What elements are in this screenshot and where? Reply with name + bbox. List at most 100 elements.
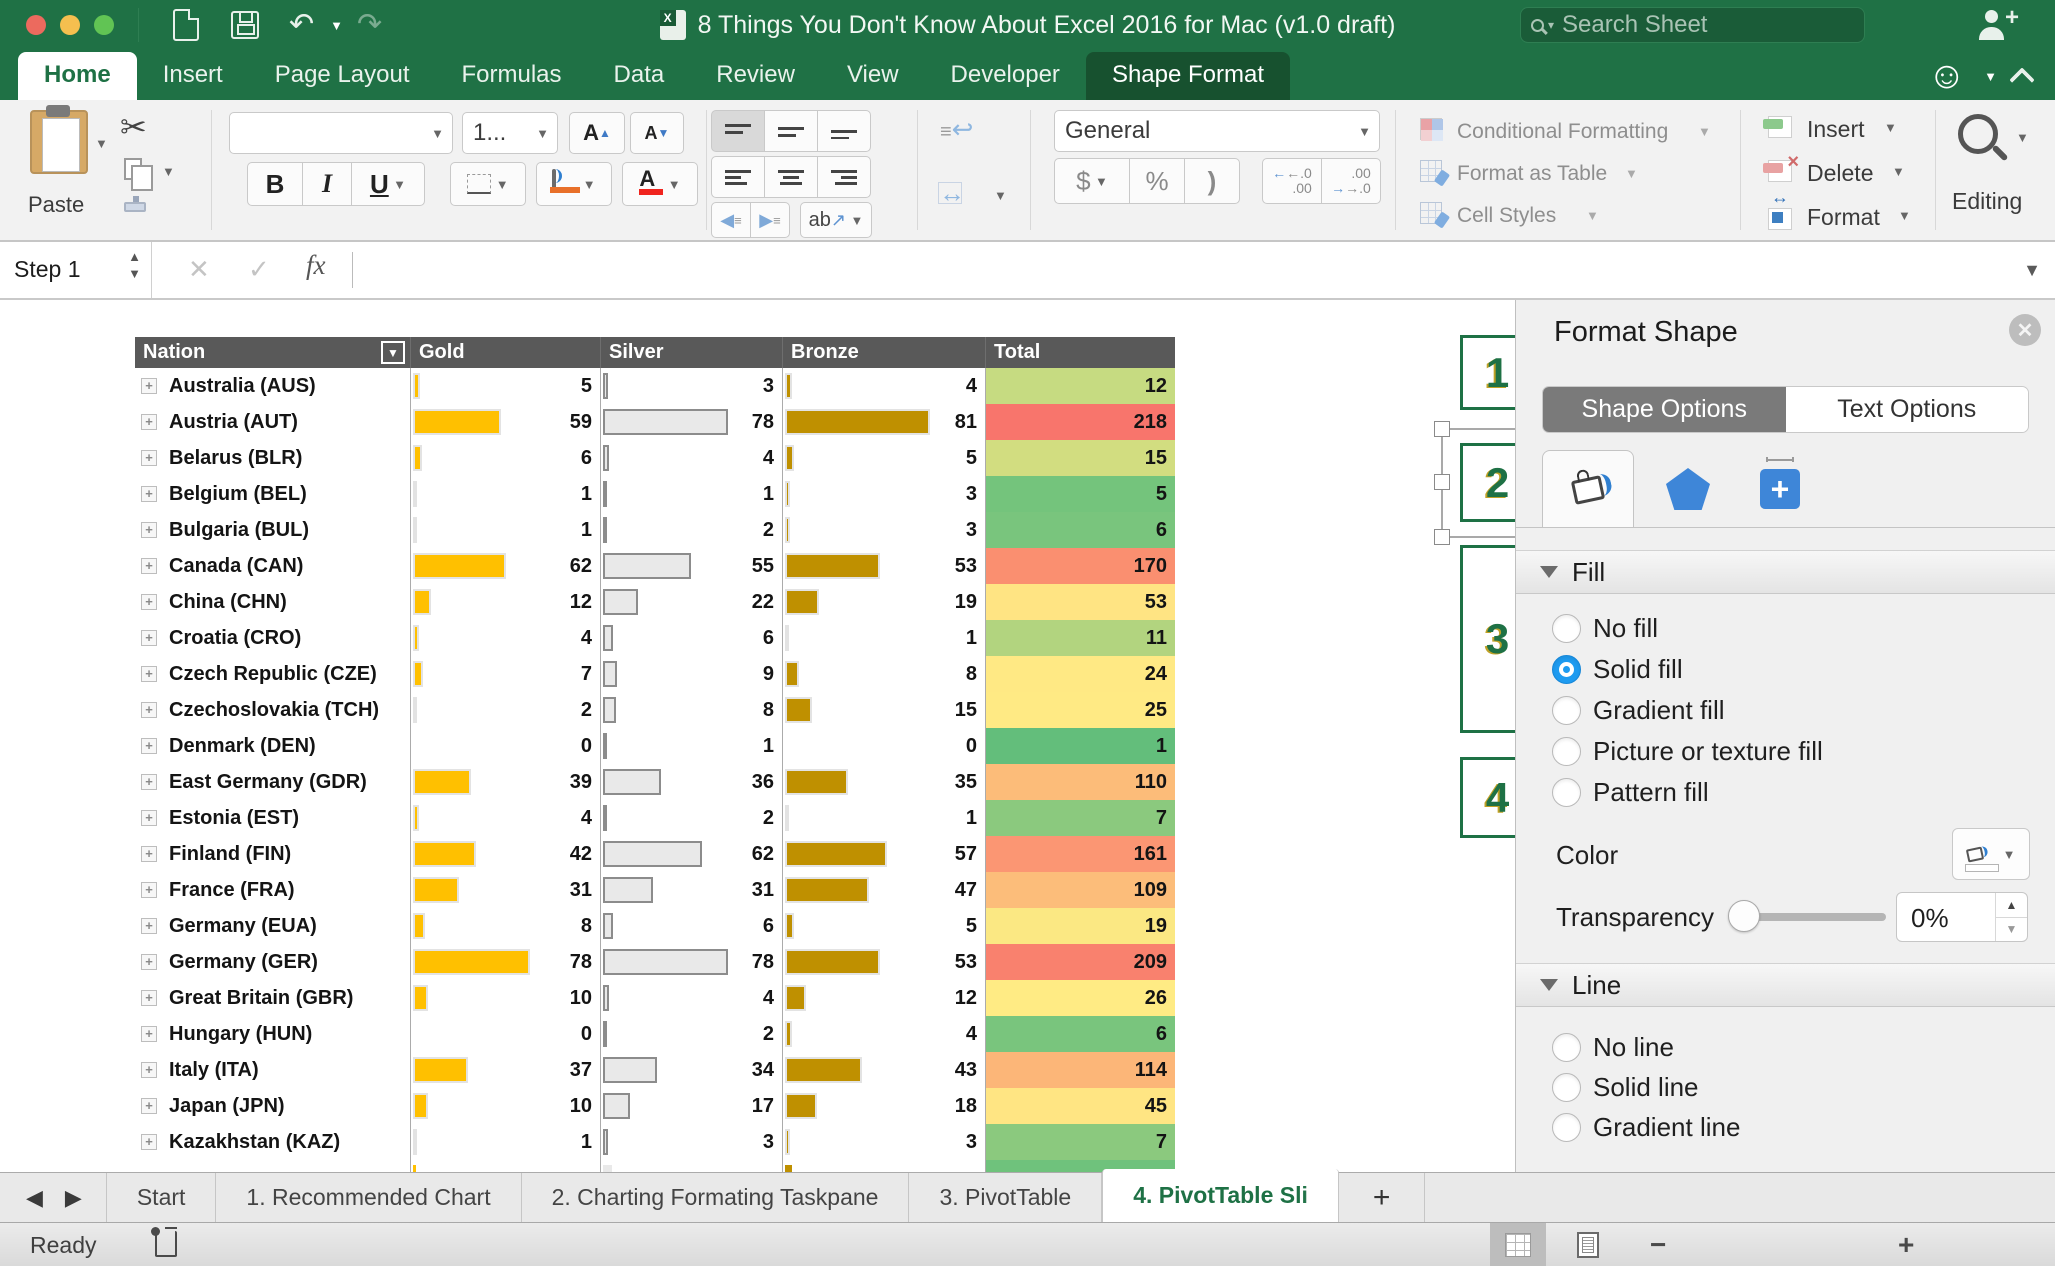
feedback-smiley-icon[interactable]: ☺ [1927,57,1966,95]
expand-icon[interactable]: + [141,558,157,574]
nation-cell[interactable]: + Finland (FIN) [135,836,410,872]
comma-format-button[interactable]: ) [1184,158,1240,204]
bronze-cell[interactable]: 1 [782,620,985,656]
nation-cell[interactable]: + Germany (GER) [135,944,410,980]
silver-cell[interactable]: 22 [600,584,782,620]
add-sheet-button[interactable]: + [1339,1173,1426,1222]
italic-button[interactable]: I [302,162,352,206]
align-right-button[interactable] [817,156,871,198]
nation-cell[interactable]: + Germany (EUA) [135,908,410,944]
nation-cell[interactable]: + Australia (AUS) [135,368,410,404]
gold-cell[interactable]: 62 [410,548,600,584]
paste-button[interactable] [30,105,88,174]
shape-box-1[interactable]: 1 [1460,335,1515,410]
align-top-button[interactable] [711,110,765,152]
gold-cell[interactable]: 1 [410,476,600,512]
expand-icon[interactable]: + [141,414,157,430]
total-cell[interactable]: 114 [985,1052,1175,1088]
pivot-header-bronze[interactable]: Bronze [782,337,985,368]
ribbon-tab-shape-format[interactable]: Shape Format [1085,52,1291,100]
bronze-cell[interactable]: 53 [782,548,985,584]
silver-cell[interactable]: 55 [600,548,782,584]
expand-icon[interactable]: + [141,810,157,826]
merge-cells-icon[interactable]: ↔ [938,178,965,209]
total-cell[interactable]: 170 [985,548,1175,584]
ribbon-tab-developer[interactable]: Developer [925,52,1086,100]
silver-cell[interactable]: 17 [600,1088,782,1124]
silver-cell[interactable]: 4 [600,440,782,476]
align-center-button[interactable] [764,156,818,198]
silver-cell[interactable]: 34 [600,1052,782,1088]
ribbon-tab-page-layout[interactable]: Page Layout [249,52,436,100]
bronze-cell[interactable]: 81 [782,404,985,440]
silver-cell[interactable]: 2 [600,800,782,836]
pane-close-icon[interactable]: ✕ [2009,314,2041,346]
silver-cell[interactable]: 78 [600,944,782,980]
expand-icon[interactable]: + [141,594,157,610]
gold-cell[interactable]: 42 [410,836,600,872]
total-cell[interactable]: 11 [985,620,1175,656]
insert-cells-caret[interactable]: ▼ [1884,120,1897,135]
nation-cell[interactable]: + Kazakhstan (KAZ) [135,1124,410,1160]
silver-cell[interactable]: 6 [600,620,782,656]
nation-cell[interactable]: + Czech Republic (CZE) [135,656,410,692]
nation-cell[interactable]: + Czechoslovakia (TCH) [135,692,410,728]
silver-cell[interactable]: 8 [600,692,782,728]
nation-cell[interactable]: + France (FRA) [135,872,410,908]
format-as-table-icon[interactable] [1420,160,1442,182]
shape-box-3[interactable]: 3 [1460,545,1515,733]
gold-cell[interactable]: 59 [410,404,600,440]
filter-dropdown-button[interactable]: ▼ [381,341,405,364]
fill-color-button[interactable]: ▼ [536,162,612,206]
font-size-combo[interactable]: 1... ▼ [462,112,558,154]
align-middle-button[interactable] [764,110,818,152]
bronze-cell[interactable]: 8 [782,656,985,692]
nation-cell[interactable]: + Estonia (EST) [135,800,410,836]
sheet-tab-3-pivottable[interactable]: 3. PivotTable [909,1173,1103,1222]
pivot-header-nation[interactable]: Nation ▼ [135,337,410,368]
line-radio-gradient-line[interactable] [1552,1112,1581,1142]
total-cell[interactable]: 25 [985,692,1175,728]
gold-cell[interactable]: 4 [410,800,600,836]
wrap-text-icon[interactable]: ≡↩ [940,114,973,145]
format-painter-icon[interactable] [124,196,146,212]
gold-cell[interactable]: 37 [410,1052,600,1088]
total-cell[interactable]: 12 [985,368,1175,404]
bronze-cell[interactable]: 3 [782,1124,985,1160]
total-cell[interactable]: 6 [985,512,1175,548]
expand-icon[interactable]: + [141,954,157,970]
bronze-cell[interactable]: 57 [782,836,985,872]
percent-format-button[interactable]: % [1129,158,1185,204]
total-cell[interactable]: 19 [985,908,1175,944]
redo-icon[interactable]: ↷ [357,0,382,50]
transparency-slider-track[interactable] [1738,913,1886,921]
bronze-cell[interactable]: 47 [782,872,985,908]
expand-icon[interactable]: + [141,1026,157,1042]
silver-cell[interactable]: 31 [600,872,782,908]
gold-cell[interactable]: 4 [410,620,600,656]
expand-icon[interactable]: + [141,378,157,394]
expand-icon[interactable]: + [141,450,157,466]
name-box[interactable]: Step 1 ▲ ▼ [0,242,152,298]
copy-dropdown-caret[interactable]: ▼ [162,164,175,179]
gold-cell[interactable]: 31 [410,872,600,908]
transparency-slider-knob[interactable] [1728,900,1760,932]
gold-cell[interactable]: 0 [410,728,600,764]
nation-cell[interactable]: + Denmark (DEN) [135,728,410,764]
bronze-cell[interactable]: 0 [782,728,985,764]
gold-cell[interactable]: 1 [410,1124,600,1160]
silver-cell[interactable]: 62 [600,836,782,872]
expand-icon[interactable]: + [141,702,157,718]
selection-handle-middle-left[interactable] [1434,474,1450,490]
fill-line-tab[interactable] [1542,450,1634,528]
conditional-formatting-icon[interactable] [1420,118,1443,141]
bronze-cell[interactable]: 1 [782,800,985,836]
nation-cell[interactable]: + East Germany (GDR) [135,764,410,800]
new-document-icon[interactable] [173,9,199,41]
line-radio-no-line[interactable] [1552,1032,1581,1062]
silver-cell[interactable]: 2 [600,512,782,548]
increase-font-size-button[interactable]: A [569,112,625,154]
selection-handle-bottom-left[interactable] [1434,529,1450,545]
total-cell[interactable]: 209 [985,944,1175,980]
cell-styles-label[interactable]: Cell Styles [1457,204,1556,228]
